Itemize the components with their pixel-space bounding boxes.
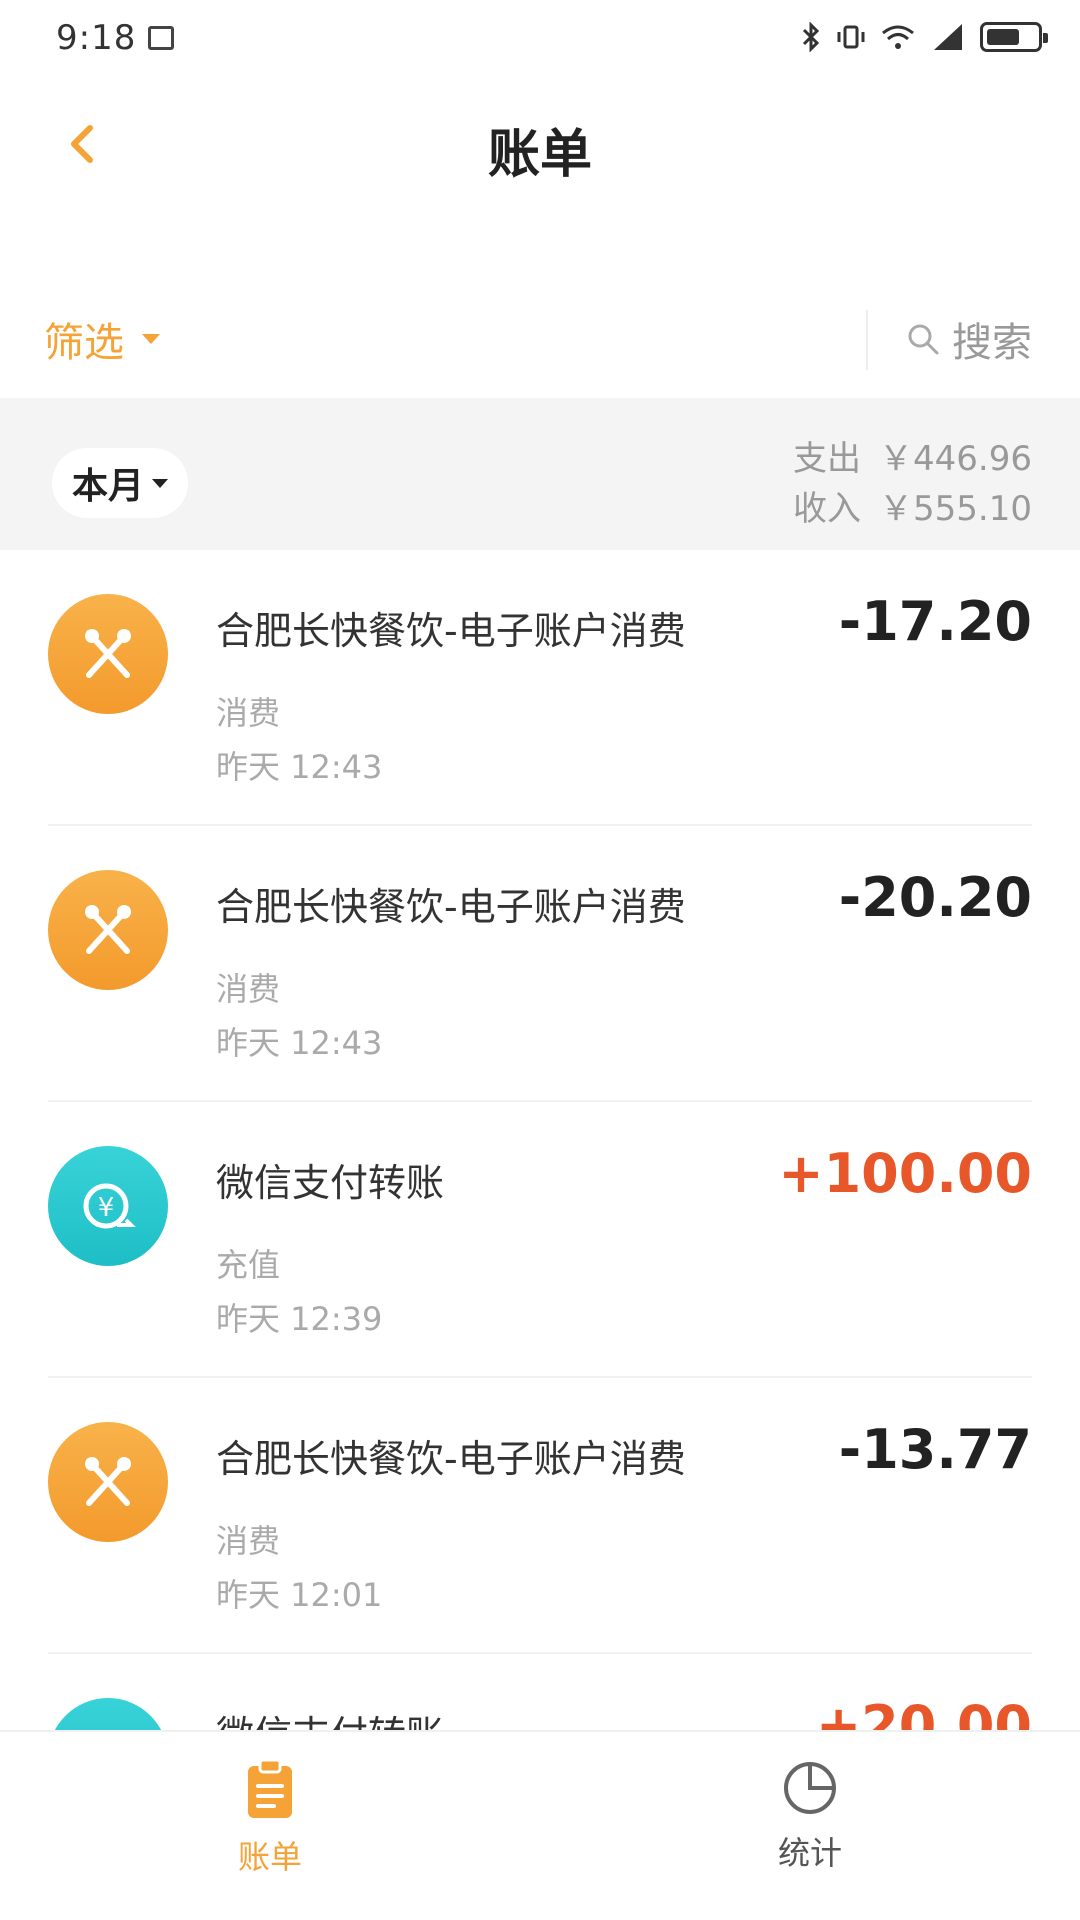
search-button[interactable]: 搜索 [904, 310, 1032, 368]
transaction-amount: -20.20 [838, 866, 1032, 929]
search-label: 搜索 [952, 320, 1032, 366]
transfer-icon: ¥ [48, 1146, 168, 1266]
transaction-title: 合肥长快餐饮-电子账户消费 [216, 1437, 686, 1481]
expense-value: ￥446.96 [879, 439, 1032, 479]
nav-bill-tab[interactable]: 账单 [170, 1758, 370, 1878]
transaction-row[interactable]: 合肥长快餐饮-电子账户消费 消费 昨天 12:01 -13.77 [0, 1378, 1080, 1654]
transaction-amount: +100.00 [778, 1142, 1032, 1205]
cutlery-icon [48, 870, 168, 990]
transaction-amount: +20.00 [815, 1694, 1032, 1730]
transaction-amount: -13.77 [838, 1418, 1032, 1481]
clipboard-icon [248, 1758, 292, 1818]
status-icons [800, 22, 1048, 52]
divider [866, 310, 868, 370]
wifi-icon [882, 25, 914, 49]
income-label: 收入 [793, 489, 862, 529]
transaction-amount: -17.20 [838, 590, 1032, 653]
bluetooth-icon [802, 22, 820, 52]
vibrate-icon [837, 25, 865, 49]
filter-row: 筛选 搜索 [0, 296, 1080, 392]
transaction-list: 合肥长快餐饮-电子账户消费 消费 昨天 12:43 -17.20 合肥长快餐饮-… [0, 550, 1080, 1730]
month-summary-bar: 本月 支出 ￥446.96 收入 ￥555.10 [0, 398, 1080, 550]
transaction-row[interactable]: 合肥长快餐饮-电子账户消费 消费 昨天 12:43 -17.20 [0, 550, 1080, 826]
income-value: ￥555.10 [879, 489, 1032, 529]
transaction-type: 消费 [216, 1522, 281, 1560]
search-icon [908, 324, 939, 355]
transaction-type: 充值 [216, 1246, 281, 1284]
transaction-title: 微信支付转账 [216, 1704, 444, 1730]
income-row: 收入 ￥555.10 [793, 484, 1032, 534]
transaction-title: 合肥长快餐饮-电子账户消费 [216, 885, 686, 929]
transaction-row[interactable]: 合肥长快餐饮-电子账户消费 消费 昨天 12:43 -20.20 [0, 826, 1080, 1102]
transaction-title: 合肥长快餐饮-电子账户消费 [216, 609, 686, 653]
signal-icon [934, 24, 962, 50]
notification-icon [148, 26, 174, 50]
caret-down-icon [152, 478, 169, 488]
transaction-type: 消费 [216, 970, 281, 1008]
expense-row: 支出 ￥446.96 [793, 434, 1032, 484]
nav-stats-tab[interactable]: 统计 [710, 1758, 910, 1874]
pie-chart-icon [784, 1762, 836, 1814]
status-time: 9:18 [56, 18, 137, 58]
cutlery-icon [48, 594, 168, 714]
month-totals: 支出 ￥446.96 收入 ￥555.10 [793, 434, 1032, 534]
bottom-nav: 账单 统计 [0, 1730, 1080, 1920]
month-selector[interactable]: 本月 [52, 448, 189, 518]
transaction-title: 微信支付转账 [216, 1161, 445, 1205]
transaction-row[interactable]: ¥ 微信支付转账 +20.00 [0, 1654, 1080, 1730]
filter-button[interactable]: 筛选 [44, 310, 160, 368]
transfer-icon: ¥ [48, 1698, 168, 1730]
transaction-type: 消费 [216, 694, 281, 732]
nav-bill-label: 账单 [237, 1838, 302, 1876]
expense-label: 支出 [793, 439, 862, 479]
transaction-time: 昨天 12:01 [216, 1576, 383, 1614]
month-label: 本月 [72, 466, 145, 507]
page-title: 账单 [487, 125, 592, 185]
battery-icon [980, 22, 1048, 52]
nav-stats-label: 统计 [777, 1834, 842, 1872]
transaction-row[interactable]: ¥ 微信支付转账 充值 昨天 12:39 +100.00 [0, 1102, 1080, 1378]
filter-label: 筛选 [44, 320, 124, 366]
svg-text:¥: ¥ [98, 1193, 115, 1223]
status-bar: 9:18 [0, 0, 1080, 84]
caret-down-icon [142, 334, 160, 344]
header: 账单 [0, 84, 1080, 204]
cutlery-icon [48, 1422, 168, 1542]
transaction-time: 昨天 12:43 [216, 748, 383, 786]
transaction-time: 昨天 12:43 [216, 1024, 383, 1062]
transaction-time: 昨天 12:39 [216, 1300, 383, 1338]
